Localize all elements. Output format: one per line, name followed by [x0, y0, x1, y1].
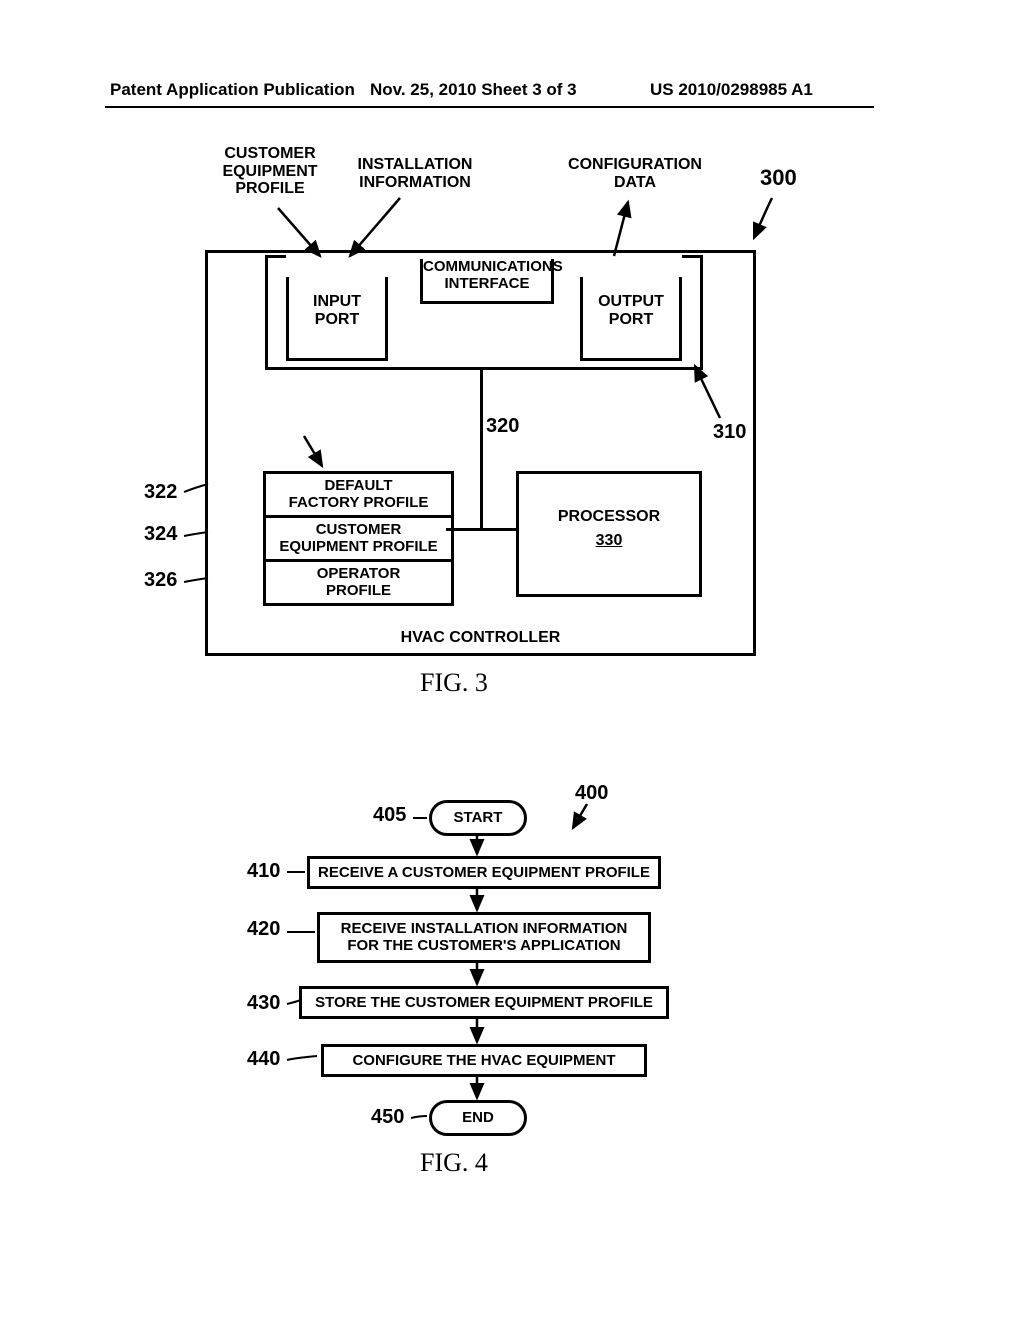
communications-interface-label: COMMUNICATIONSINTERFACE [420, 259, 554, 304]
bus-vertical-lower [480, 474, 483, 529]
ref-324: 324 [144, 523, 177, 546]
bus-horizontal [446, 528, 518, 531]
memory-block: DEFAULTFACTORY PROFILE CUSTOMEREQUIPMENT… [263, 471, 454, 606]
ext-label-installation-information: INSTALLATIONINFORMATION [345, 156, 485, 191]
flow-step-440: CONFIGURE THE HVAC EQUIPMENT [321, 1044, 647, 1077]
ref-322: 322 [144, 481, 177, 504]
flow-step-420: RECEIVE INSTALLATION INFORMATIONFOR THE … [317, 912, 651, 963]
fig4-caption: FIG. 4 [420, 1148, 488, 1178]
communications-interface-inner: COMMUNICATIONSINTERFACE INPUTPORT OUTPUT… [268, 257, 698, 369]
flow-end: END [429, 1100, 527, 1136]
bus-vertical [480, 367, 483, 477]
header-publication: Patent Application Publication [110, 80, 355, 100]
header-divider [105, 106, 874, 108]
ext-label-customer-equipment-profile: CUSTOMEREQUIPMENTPROFILE [210, 145, 330, 198]
processor-label: PROCESSOR [519, 508, 699, 526]
fig3-caption: FIG. 3 [420, 668, 488, 698]
flow-step-410: RECEIVE A CUSTOMER EQUIPMENT PROFILE [307, 856, 661, 889]
ref-326: 326 [144, 569, 177, 592]
input-port-block: INPUTPORT [286, 277, 388, 361]
output-port-block: OUTPUTPORT [580, 277, 682, 361]
fig4-flowchart: START RECEIVE A CUSTOMER EQUIPMENT PROFI… [225, 800, 735, 1200]
processor-block: PROCESSOR 330 [516, 471, 702, 597]
ref-320: 320 [486, 415, 519, 438]
hvac-controller-label: HVAC CONTROLLER [208, 629, 753, 647]
memory-default-factory-profile: DEFAULTFACTORY PROFILE [266, 474, 451, 518]
page: Patent Application Publication Nov. 25, … [0, 0, 1024, 1320]
ref-400: 400 [575, 782, 608, 805]
flow-start: START [429, 800, 527, 836]
processor-refnum: 330 [519, 532, 699, 550]
ref-430: 430 [247, 992, 280, 1015]
header-date-sheet: Nov. 25, 2010 Sheet 3 of 3 [370, 80, 577, 100]
memory-operator-profile: OPERATORPROFILE [266, 562, 451, 603]
hvac-controller-block: HVAC CONTROLLER COMMUNICATIONSINTERFACE … [205, 250, 756, 656]
header-pubnumber: US 2010/0298985 A1 [650, 80, 813, 100]
flow-step-430: STORE THE CUSTOMER EQUIPMENT PROFILE [299, 986, 669, 1019]
ref-450: 450 [371, 1106, 404, 1129]
memory-customer-equipment-profile: CUSTOMEREQUIPMENT PROFILE [266, 518, 451, 562]
ref-405: 405 [373, 804, 406, 827]
ref-410: 410 [247, 860, 280, 883]
ref-420: 420 [247, 918, 280, 941]
ref-300: 300 [760, 165, 797, 191]
ext-label-configuration-data: CONFIGURATIONDATA [560, 156, 710, 191]
ref-310: 310 [713, 421, 746, 444]
ref-440: 440 [247, 1048, 280, 1071]
